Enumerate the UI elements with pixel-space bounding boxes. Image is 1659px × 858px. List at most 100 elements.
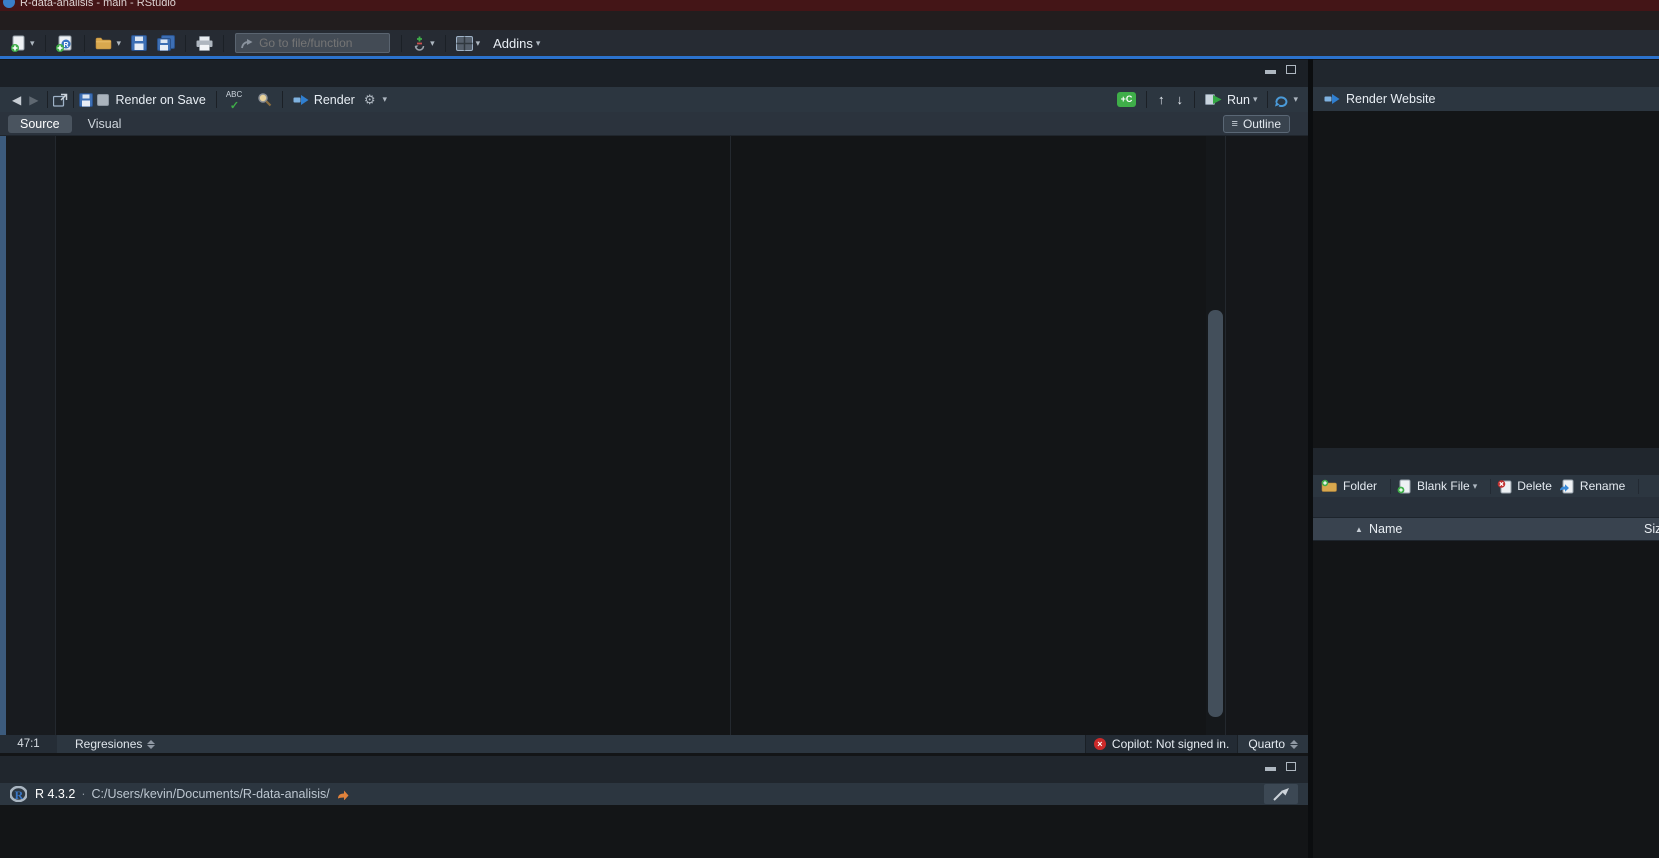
back-icon[interactable]: ◀ bbox=[12, 93, 21, 107]
save-icon bbox=[131, 35, 147, 51]
blank-file-icon bbox=[1397, 479, 1412, 494]
new-project-button[interactable]: R bbox=[54, 32, 76, 54]
menu-bar bbox=[0, 11, 1659, 30]
source-tab-bar bbox=[0, 60, 1308, 87]
chevron-down-icon[interactable]: ▾ bbox=[1293, 94, 1298, 105]
version-control-icon bbox=[412, 35, 427, 52]
sort-ascending-icon: ▲ bbox=[1355, 525, 1363, 534]
broom-icon bbox=[1272, 787, 1290, 802]
new-folder-icon bbox=[1321, 479, 1338, 493]
source-console-column: ◀ ▶ Render on Save ABC ✓ Render ⚙ ▾ +C bbox=[0, 59, 1308, 858]
document-format-selector[interactable]: Quarto bbox=[1238, 737, 1308, 751]
goto-arrow-icon bbox=[241, 38, 253, 49]
chevron-down-icon[interactable]: ▾ bbox=[430, 38, 435, 49]
open-in-new-window-icon[interactable] bbox=[53, 93, 68, 107]
goto-input[interactable] bbox=[257, 35, 377, 51]
save-all-button[interactable] bbox=[155, 32, 177, 54]
insert-chunk-icon[interactable]: +C bbox=[1117, 92, 1136, 107]
workspace-panes-button[interactable]: ▾ bbox=[454, 32, 483, 54]
name-column-header[interactable]: Name bbox=[1369, 522, 1402, 536]
blank-file-button[interactable]: Blank File ▾ bbox=[1397, 479, 1477, 494]
rstudio-logo-icon bbox=[3, 0, 15, 8]
source-mode-button[interactable]: Source bbox=[8, 115, 72, 133]
right-panes-column: Render Website Folder Blank File ▾ Delet… bbox=[1313, 59, 1659, 858]
working-directory: C:/Users/kevin/Documents/R-data-analisis… bbox=[91, 787, 329, 801]
editor-scrollbar[interactable] bbox=[1206, 136, 1225, 735]
delete-file-button[interactable]: Delete bbox=[1497, 479, 1552, 494]
scrollbar-thumb[interactable] bbox=[1208, 310, 1223, 717]
cursor-position: 47:1 bbox=[0, 735, 57, 753]
new-folder-button[interactable]: Folder bbox=[1321, 479, 1377, 493]
new-project-icon: R bbox=[56, 35, 74, 52]
document-outline-panel bbox=[1225, 136, 1308, 735]
breadcrumb bbox=[1313, 497, 1659, 517]
run-icon bbox=[1205, 93, 1222, 106]
open-file-button[interactable]: ▾ bbox=[93, 32, 124, 54]
minimize-icon[interactable] bbox=[1265, 70, 1276, 74]
render-icon bbox=[293, 94, 309, 106]
print-icon bbox=[196, 36, 213, 51]
print-margin-line bbox=[730, 136, 731, 735]
chevron-down-icon[interactable]: ▾ bbox=[476, 38, 481, 49]
r-version[interactable]: R 4.3.2 bbox=[35, 787, 75, 801]
window-title: R-data-analisis - main - RStudio bbox=[20, 0, 176, 9]
run-previous-icon[interactable]: ↑ bbox=[1158, 92, 1165, 107]
maximize-icon[interactable] bbox=[1286, 65, 1296, 74]
run-next-icon[interactable]: ↓ bbox=[1177, 92, 1184, 107]
render-on-save-label: Render on Save bbox=[115, 93, 205, 107]
render-icon bbox=[1324, 93, 1340, 105]
console-output[interactable] bbox=[0, 805, 1308, 858]
source-editor-toolbar: ◀ ▶ Render on Save ABC ✓ Render ⚙ ▾ +C bbox=[0, 87, 1308, 112]
rename-icon bbox=[1559, 479, 1575, 494]
chevron-down-icon[interactable]: ▾ bbox=[30, 38, 35, 49]
copilot-status[interactable]: × Copilot: Not signed in. bbox=[1085, 735, 1238, 753]
gear-icon[interactable]: ⚙ bbox=[364, 92, 376, 108]
version-control-button[interactable]: ▾ bbox=[410, 32, 437, 54]
save-button[interactable] bbox=[129, 32, 149, 54]
console-window-controls bbox=[1265, 762, 1296, 771]
line-number-gutter bbox=[6, 136, 56, 735]
files-tab-bar bbox=[1313, 448, 1659, 475]
render-website-button[interactable]: Render Website bbox=[1322, 88, 1437, 110]
save-icon[interactable] bbox=[79, 93, 93, 107]
console-header: R R 4.3.2 · C:/Users/kevin/Documents/R-d… bbox=[0, 783, 1308, 805]
outline-toggle-button[interactable]: ≡ Outline bbox=[1223, 115, 1290, 133]
source-pane-window-controls bbox=[1265, 65, 1296, 74]
size-column-header[interactable]: Siz bbox=[1644, 522, 1659, 536]
build-pane-content bbox=[1313, 111, 1659, 445]
build-toolbar: Render Website bbox=[1313, 87, 1659, 111]
addins-label: Addins bbox=[493, 36, 533, 51]
section-selector[interactable]: Regresiones bbox=[75, 737, 155, 751]
files-toolbar: Folder Blank File ▾ Delete Rename bbox=[1313, 475, 1659, 497]
chevron-down-icon[interactable]: ▾ bbox=[536, 38, 541, 49]
publish-icon[interactable] bbox=[1273, 93, 1290, 107]
render-button[interactable]: Render bbox=[291, 89, 357, 111]
new-file-button[interactable]: ▾ bbox=[9, 32, 37, 54]
code-editor[interactable] bbox=[0, 136, 1308, 735]
visual-mode-button[interactable]: Visual bbox=[76, 115, 134, 133]
panes-grid-icon bbox=[456, 36, 473, 51]
addins-button[interactable]: Addins ▾ bbox=[491, 32, 542, 54]
forward-icon[interactable]: ▶ bbox=[29, 93, 38, 107]
print-button[interactable] bbox=[194, 32, 215, 54]
chevron-down-icon[interactable]: ▾ bbox=[1253, 94, 1258, 105]
chevron-down-icon[interactable]: ▾ bbox=[1473, 481, 1478, 492]
minimize-icon[interactable] bbox=[1265, 767, 1276, 771]
rename-file-button[interactable]: Rename bbox=[1559, 479, 1625, 494]
clear-console-button[interactable] bbox=[1264, 784, 1298, 804]
run-button[interactable]: Run ▾ bbox=[1203, 89, 1259, 111]
title-bar: R-data-analisis - main - RStudio bbox=[0, 0, 1659, 11]
spellcheck-icon[interactable]: ABC ✓ bbox=[226, 91, 248, 109]
find-replace-icon[interactable] bbox=[257, 92, 272, 107]
svg-text:R: R bbox=[15, 788, 24, 802]
chevron-down-icon[interactable]: ▾ bbox=[117, 38, 122, 49]
open-folder-icon bbox=[95, 36, 114, 51]
goto-directory-icon[interactable] bbox=[336, 788, 349, 800]
goto-file-function-search[interactable] bbox=[235, 33, 390, 53]
delete-icon bbox=[1497, 479, 1512, 494]
chevron-down-icon[interactable]: ▾ bbox=[382, 94, 387, 105]
files-table-header: ▲ Name Siz bbox=[1313, 517, 1659, 541]
maximize-icon[interactable] bbox=[1286, 762, 1296, 771]
render-on-save-checkbox[interactable] bbox=[97, 94, 109, 106]
environment-tab-bar bbox=[1313, 60, 1659, 87]
